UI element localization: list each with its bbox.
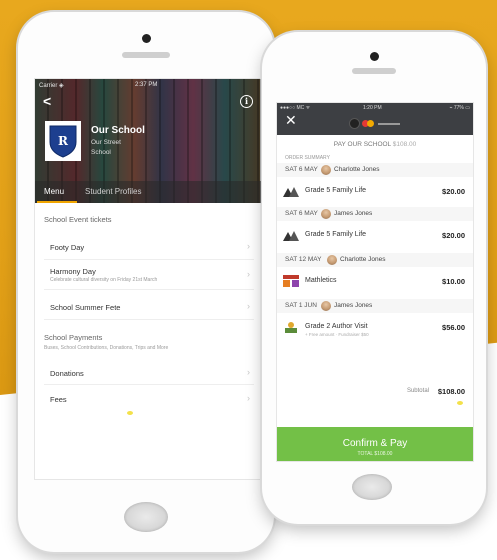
order-item-row[interactable]: Grade 2 Author Visit $56.00 + Free amoun… — [277, 315, 473, 345]
school-header: Carrier ◈ 2:37 PM < i R Our School Our S… — [35, 79, 261, 203]
item-note: + Free amount · Fundraiser $50 — [305, 332, 369, 337]
payment-brand-logo — [349, 118, 400, 129]
order-item-row[interactable]: Grade 5 Family Life $20.00 — [277, 179, 473, 203]
school-menu-screen: Carrier ◈ 2:37 PM < i R Our School Our S… — [34, 78, 262, 480]
section-event-tickets: School Event tickets — [44, 215, 112, 224]
pay-title: PAY OUR SCHOOL $108.00 — [333, 141, 417, 148]
checkout-header: ●●●○○ MC ᯤ 1:20 PM ⌁ 77% ▭ ✕ — [277, 103, 473, 135]
order-summary-label: ORDER SUMMARY — [285, 155, 330, 161]
order-date: SAT 12 MAY — [285, 256, 322, 263]
checkout-screen: ●●●○○ MC ᯤ 1:20 PM ⌁ 77% ▭ ✕ PAY OUR SCH… — [276, 102, 474, 462]
school-crest-logo: R — [45, 121, 81, 161]
subtotal-label: Subtotal — [406, 388, 429, 394]
avatar — [327, 255, 337, 265]
left-phone: Carrier ◈ 2:37 PM < i R Our School Our S… — [18, 12, 274, 552]
event-label: Harmony Day — [50, 267, 96, 276]
order-item-row[interactable]: Mathletics $10.00 — [277, 269, 473, 293]
back-icon[interactable]: < — [43, 93, 51, 109]
section-school-payments: School Payments — [44, 333, 103, 342]
order-date-row: SAT 6 MAY Charlotte Jones — [277, 163, 473, 177]
pay-amount: $108.00 — [392, 141, 417, 148]
touch-indicator — [127, 411, 133, 415]
chevron-right-icon: › — [247, 393, 250, 403]
item-price: $56.00 — [442, 323, 465, 332]
front-camera — [370, 52, 379, 61]
status-carrier: ●●●○○ MC ᯤ — [280, 105, 311, 111]
order-date: SAT 1 JUN — [285, 302, 317, 309]
order-date-row: SAT 1 JUN James Jones — [277, 299, 473, 313]
confirm-pay-button[interactable]: Confirm & Pay TOTAL $108.00 — [277, 427, 473, 461]
avatar — [321, 209, 331, 219]
order-date: SAT 6 MAY — [285, 166, 318, 173]
student-name: Charlotte Jones — [340, 256, 386, 263]
tab-menu[interactable]: Menu — [44, 187, 64, 196]
earpiece-speaker — [122, 52, 170, 58]
chevron-right-icon: › — [247, 367, 250, 377]
section-school-payments-sub: Buses, School Contributions, Donations, … — [44, 345, 169, 351]
home-button[interactable] — [352, 474, 392, 500]
order-date: SAT 6 MAY — [285, 210, 318, 217]
order-item-row[interactable]: Grade 5 Family Life $20.00 — [277, 223, 473, 247]
status-time: 2:37 PM — [135, 82, 158, 88]
payment-label: Fees — [50, 395, 67, 404]
family-icon — [283, 231, 299, 241]
earpiece-speaker — [352, 68, 396, 74]
tab-student-profiles[interactable]: Student Profiles — [85, 187, 141, 196]
event-label: Footy Day — [50, 243, 85, 252]
confirm-total-label: TOTAL $108.00 — [357, 450, 393, 457]
home-button[interactable] — [124, 502, 168, 532]
close-icon[interactable]: ✕ — [285, 113, 297, 127]
school-name: Our School — [91, 125, 145, 136]
svg-text:R: R — [58, 134, 69, 148]
student-name: James Jones — [334, 302, 373, 309]
item-price: $20.00 — [442, 187, 465, 196]
family-icon — [283, 187, 299, 197]
status-time: 1:20 PM — [363, 105, 382, 111]
item-name: Grade 2 Author Visit — [305, 323, 368, 330]
school-sub: School — [91, 149, 111, 156]
item-name: Mathletics — [305, 277, 337, 284]
chevron-right-icon: › — [247, 301, 250, 311]
front-camera — [142, 34, 151, 43]
chevron-right-icon: › — [247, 241, 250, 251]
status-battery: ⌁ 77% ▭ — [449, 105, 470, 111]
author-icon — [285, 322, 297, 333]
order-date-row: SAT 12 MAY Charlotte Jones — [277, 253, 473, 267]
subtotal-value: $108.00 — [437, 387, 465, 396]
item-price: $20.00 — [442, 231, 465, 240]
tab-bar: Menu Student Profiles — [35, 181, 261, 203]
mathletics-icon — [283, 275, 299, 287]
active-tab-indicator — [37, 201, 77, 203]
right-phone: ●●●○○ MC ᯤ 1:20 PM ⌁ 77% ▭ ✕ PAY OUR SCH… — [262, 32, 486, 524]
avatar — [321, 301, 331, 311]
student-name: Charlotte Jones — [334, 166, 380, 173]
payment-label: Donations — [50, 369, 84, 378]
touch-indicator — [457, 401, 463, 405]
info-icon[interactable]: i — [240, 95, 253, 108]
status-carrier: Carrier ◈ — [39, 83, 64, 89]
order-date-row: SAT 6 MAY James Jones — [277, 207, 473, 221]
school-street: Our Street — [91, 139, 121, 146]
event-label: School Summer Fete — [50, 303, 121, 312]
avatar — [321, 165, 331, 175]
event-description: Celebrate cultural diversity on Friday 2… — [50, 277, 158, 283]
item-name: Grade 5 Family Life — [305, 187, 367, 194]
student-name: James Jones — [334, 210, 373, 217]
confirm-pay-label: Confirm & Pay — [342, 437, 408, 449]
item-price: $10.00 — [442, 277, 465, 286]
item-name: Grade 5 Family Life — [305, 231, 367, 238]
chevron-right-icon: › — [247, 269, 250, 279]
